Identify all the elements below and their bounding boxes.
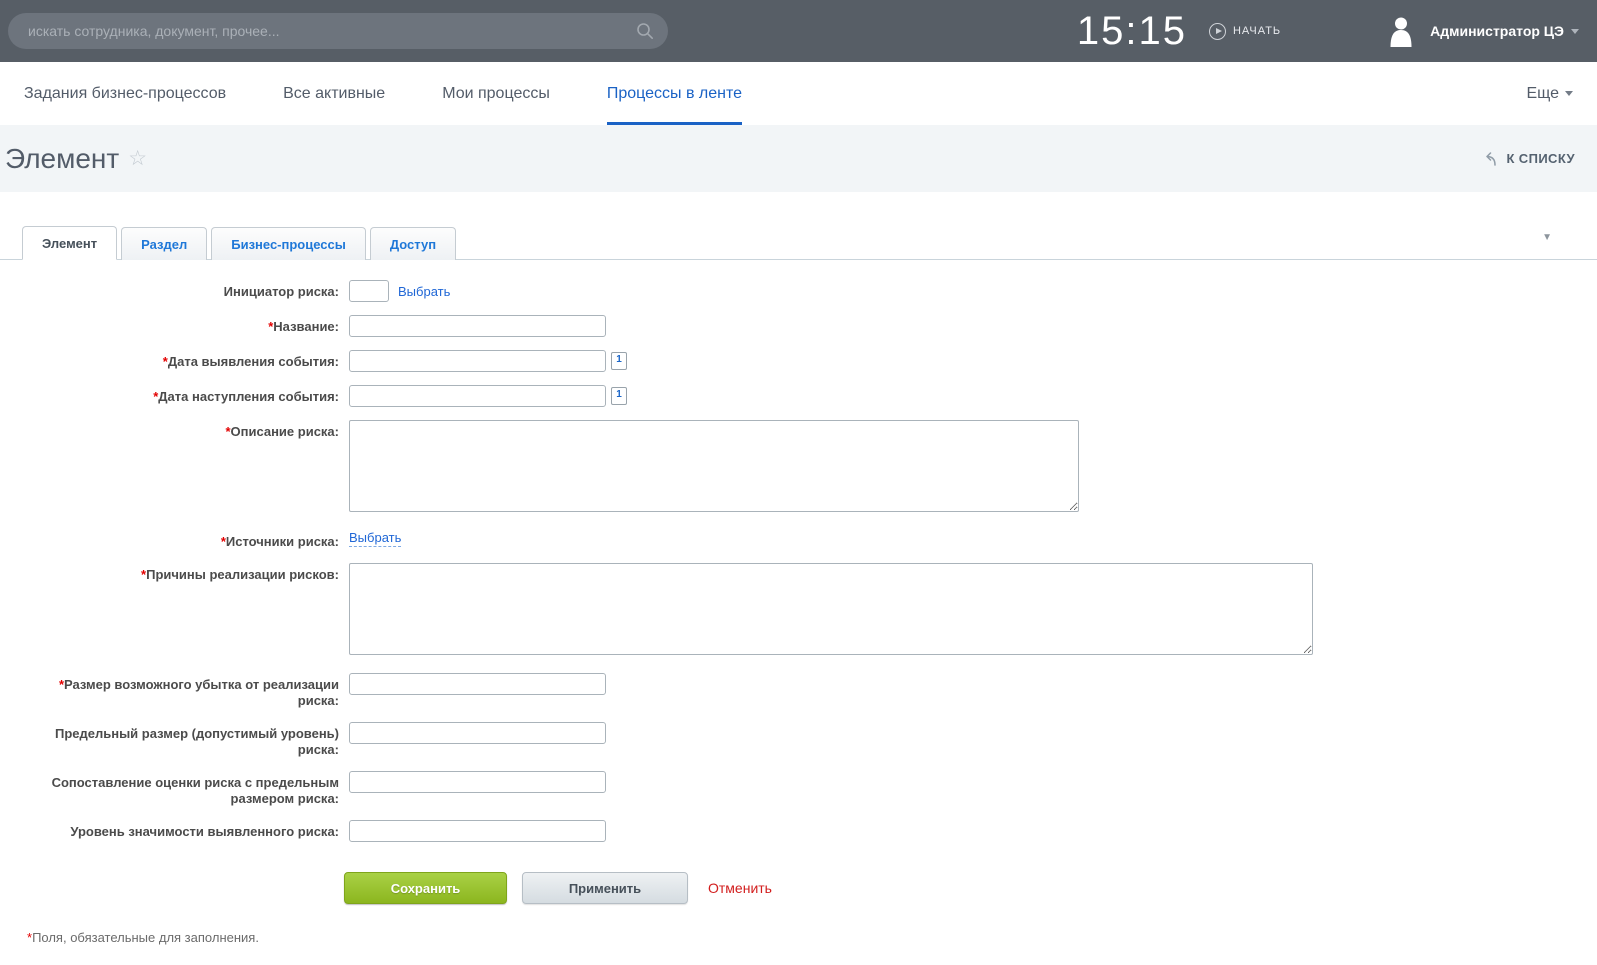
play-icon [1209,23,1226,40]
element-form: Инициатор риска: Выбрать *Название: *Дат… [22,260,1575,945]
search-icon[interactable] [636,22,654,40]
tabs-settings-dropdown-icon[interactable]: ▼ [1542,232,1552,243]
search-input[interactable] [28,23,636,39]
page-title: Элемент [5,143,119,175]
form-row-risk-sources: *Источники риска: Выбрать [22,530,1575,550]
apply-button[interactable]: Применить [522,872,688,904]
global-search[interactable] [8,13,668,49]
back-to-list-label: К СПИСКУ [1506,151,1575,166]
form-row-risk-initiator: Инициатор риска: Выбрать [22,280,1575,302]
form-tabs: Элемент Раздел Бизнес-процессы Доступ [0,225,1597,260]
required-note-text: Поля, обязательные для заполнения. [32,930,259,945]
cancel-link[interactable]: Отменить [708,880,772,896]
detection-date-input[interactable] [349,350,606,372]
field-label: Название: [273,319,339,334]
risk-causes-textarea[interactable] [349,563,1313,655]
form-row-occurrence-date: *Дата наступления события: 1 [22,385,1575,407]
form-row-risk-limit: Предельный размер (допустимый уровень) р… [22,722,1575,758]
field-label: Уровень значимости выявленного риска: [70,824,339,839]
risk-description-textarea[interactable] [349,420,1079,512]
nav-item-all-active[interactable]: Все активные [283,62,385,125]
form-row-risk-significance: Уровень значимости выявленного риска: [22,820,1575,842]
form-actions: Сохранить Применить Отменить [344,872,1575,904]
form-row-risk-causes: *Причины реализации рисков: [22,563,1575,655]
risk-sources-choose-link[interactable]: Выбрать [349,530,401,547]
field-label: Дата наступления события: [158,389,339,404]
save-button[interactable]: Сохранить [344,872,507,904]
start-workday-label: НАЧАТЬ [1233,25,1281,37]
user-name: Администратор ЦЭ [1430,23,1564,39]
field-label: Размер возможного убытка от реализации р… [64,677,339,708]
possible-loss-input[interactable] [349,673,606,695]
field-label: Предельный размер (допустимый уровень) р… [55,726,339,757]
field-label: Описание риска: [231,424,340,439]
risk-significance-input[interactable] [349,820,606,842]
tab-access[interactable]: Доступ [370,227,456,260]
occurrence-date-input[interactable] [349,385,606,407]
chevron-down-icon [1565,91,1573,96]
nav-more-menu[interactable]: Еще [1526,62,1573,125]
clock: 15:15 [1077,11,1187,51]
chevron-down-icon [1571,29,1579,34]
field-label: Сопоставление оценки риска с предельным … [52,775,339,806]
form-row-risk-comparison: Сопоставление оценки риска с предельным … [22,771,1575,807]
tab-business-processes[interactable]: Бизнес-процессы [211,227,366,260]
form-row-detection-date: *Дата выявления события: 1 [22,350,1575,372]
calendar-icon[interactable]: 1 [611,352,627,370]
form-row-possible-loss: *Размер возможного убытка от реализации … [22,673,1575,709]
nav-item-bp-tasks[interactable]: Задания бизнес-процессов [24,62,226,125]
content-area: Элемент Раздел Бизнес-процессы Доступ ▼ … [0,192,1597,945]
calendar-icon[interactable]: 1 [611,387,627,405]
user-menu[interactable]: Администратор ЦЭ [1386,15,1579,47]
nav-more-label: Еще [1526,85,1559,103]
field-label: Инициатор риска: [224,284,339,299]
tab-element[interactable]: Элемент [22,226,117,260]
nav-item-processes-in-feed[interactable]: Процессы в ленте [607,62,742,125]
back-arrow-icon [1482,152,1498,166]
form-row-risk-description: *Описание риска: [22,420,1575,512]
form-row-title: *Название: [22,315,1575,337]
start-workday-button[interactable]: НАЧАТЬ [1209,23,1281,40]
field-label: Дата выявления события: [168,354,339,369]
risk-comparison-input[interactable] [349,771,606,793]
main-navigation: Задания бизнес-процессов Все активные Мо… [0,62,1597,125]
tab-section[interactable]: Раздел [121,227,207,260]
title-input[interactable] [349,315,606,337]
page-header: Элемент ☆ К СПИСКУ [0,125,1597,192]
favorite-star-icon[interactable]: ☆ [128,146,147,171]
required-fields-note: *Поля, обязательные для заполнения. [27,930,1575,945]
field-label: Причины реализации рисков: [146,567,339,582]
risk-initiator-choose-link[interactable]: Выбрать [398,284,450,299]
avatar-icon [1386,15,1416,47]
back-to-list-link[interactable]: К СПИСКУ [1482,151,1575,166]
risk-initiator-input[interactable] [349,280,389,302]
field-label: Источники риска: [226,534,339,549]
nav-item-my-processes[interactable]: Мои процессы [442,62,550,125]
risk-limit-input[interactable] [349,722,606,744]
top-bar: 15:15 НАЧАТЬ Администратор ЦЭ [0,0,1597,62]
